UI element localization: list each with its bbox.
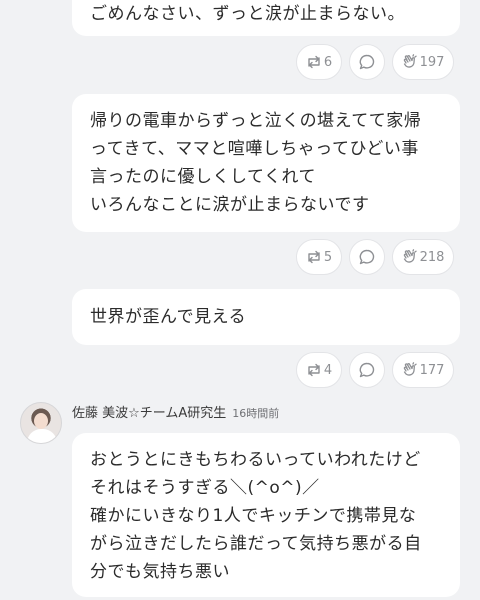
retweet-count: 5 bbox=[323, 249, 333, 265]
comment-icon bbox=[359, 249, 375, 265]
message-text-line: ってきて、ママと喧嘩しちゃってひどい事 bbox=[90, 139, 419, 159]
message-text-line: いろんなことに涙が止まらないです bbox=[90, 195, 370, 215]
like-button[interactable]: 218 bbox=[392, 239, 454, 275]
comment-icon bbox=[359, 362, 375, 378]
like-count: 197 bbox=[419, 54, 445, 70]
retweet-button[interactable]: 5 bbox=[296, 239, 342, 275]
clap-icon bbox=[403, 249, 417, 263]
retweet-button[interactable]: 6 bbox=[296, 44, 342, 80]
message-text-line: 確かにいきなり1人でキッチンで携帯見な bbox=[90, 506, 417, 526]
message-text-line: ごめんなさい、ずっと涙が止まらない。 bbox=[90, 4, 405, 24]
retweet-button[interactable]: 4 bbox=[296, 352, 342, 388]
message-text-line: それはそうすぎる＼(^o^)／ bbox=[90, 478, 320, 498]
post-time: 16時間前 bbox=[232, 407, 280, 420]
avatar-face bbox=[34, 413, 48, 429]
like-count: 177 bbox=[419, 362, 445, 378]
message-bubble: ごめんなさい、ずっと涙が止まらない。 bbox=[72, 0, 460, 36]
message-bubble: 帰りの電車からずっと泣くの堪えてて家帰 ってきて、ママと喧嘩しちゃってひどい事 … bbox=[72, 94, 460, 232]
message-text-line: がら泣きだしたら誰だって気持ち悪がる自 bbox=[90, 534, 422, 554]
clap-icon bbox=[403, 54, 417, 68]
comment-button[interactable] bbox=[349, 352, 385, 388]
retweet-count: 4 bbox=[323, 362, 333, 378]
like-count: 218 bbox=[419, 249, 445, 265]
message-bubble: 世界が歪んで見える bbox=[72, 289, 460, 345]
avatar-body bbox=[27, 429, 57, 443]
message-text-line: 帰りの電車からずっと泣くの堪えてて家帰 bbox=[90, 111, 422, 131]
comment-button[interactable] bbox=[349, 239, 385, 275]
retweet-icon bbox=[308, 363, 320, 377]
comment-icon bbox=[359, 54, 375, 70]
clap-icon bbox=[403, 362, 417, 376]
message-text-line: 世界が歪んで見える bbox=[90, 307, 247, 327]
message-text-line: 分でも気持ち悪い bbox=[90, 562, 230, 582]
author-row: 佐藤 美波☆チームA研究生 16時間前 bbox=[72, 402, 279, 421]
like-button[interactable]: 177 bbox=[392, 352, 454, 388]
retweet-count: 6 bbox=[323, 54, 333, 70]
comment-button[interactable] bbox=[349, 44, 385, 80]
message-text-line: 言ったのに優しくしてくれて bbox=[90, 167, 316, 187]
like-button[interactable]: 197 bbox=[392, 44, 454, 80]
retweet-icon bbox=[308, 55, 320, 69]
retweet-icon bbox=[308, 250, 320, 264]
message-text-line: おとうとにきもちわるいっていわれたけど bbox=[90, 450, 421, 470]
message-bubble: おとうとにきもちわるいっていわれたけど それはそうすぎる＼(^o^)／ 確かにい… bbox=[72, 433, 460, 597]
avatar[interactable] bbox=[20, 402, 62, 444]
author-name[interactable]: 佐藤 美波☆チームA研究生 bbox=[72, 406, 226, 421]
